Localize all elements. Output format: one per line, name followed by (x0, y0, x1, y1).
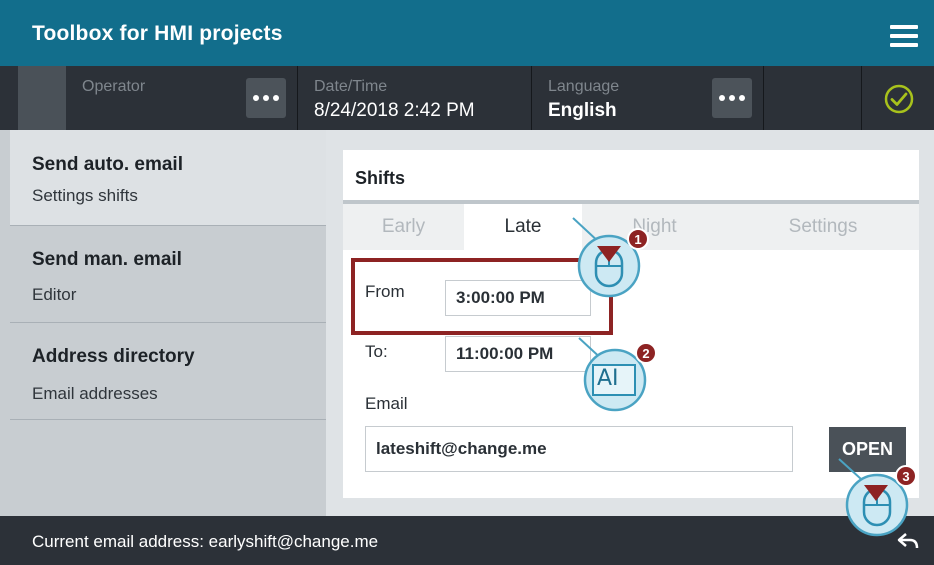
sidebar-item-send-man-email[interactable]: Send man. email Editor (10, 227, 326, 323)
check-circle-icon[interactable] (883, 83, 915, 115)
sidebar-item-title: Send auto. email (32, 154, 183, 175)
sidebar: Send auto. email Settings shifts Send ma… (0, 130, 326, 516)
sidebar-item-title: Address directory (32, 346, 195, 367)
language-cell: Language English (532, 66, 764, 130)
callout-glyph: AI (597, 366, 619, 391)
language-more-button[interactable] (712, 78, 752, 118)
datetime-value: 8/24/2018 2:42 PM (314, 100, 475, 121)
callout-2: AI 2 (575, 330, 665, 420)
current-email-text: Current email address: earlyshift@change… (32, 532, 379, 551)
mouse-click-icon (572, 217, 641, 298)
email-field[interactable]: lateshift@change.me (365, 426, 793, 472)
language-label: Language (548, 78, 620, 95)
step-badge: 1 (627, 228, 649, 250)
avatar (18, 66, 66, 130)
sidebar-item-subtitle: Editor (32, 285, 77, 304)
sidebar-item-address-directory[interactable]: Address directory Email addresses (10, 324, 326, 420)
language-value: English (548, 100, 617, 121)
status-empty-cell (764, 66, 862, 130)
operator-cell: Operator (66, 66, 298, 130)
footer-bar: Current email address: earlyshift@change… (0, 516, 934, 565)
status-bar: Operator Date/Time 8/24/2018 2:42 PM Lan… (0, 66, 934, 130)
datetime-label: Date/Time (314, 78, 388, 95)
tab-settings[interactable]: Settings (727, 204, 919, 250)
callout-3: 3 (835, 455, 925, 555)
user-avatar-slot (0, 66, 66, 130)
app-title: Toolbox for HMI projects (32, 22, 283, 45)
sidebar-item-send-auto-email[interactable]: Send auto. email Settings shifts (10, 130, 326, 226)
email-label: Email (365, 394, 408, 413)
sidebar-item-subtitle: Settings shifts (32, 186, 138, 205)
callout-1: 1 (565, 210, 655, 310)
to-label: To: (365, 342, 388, 361)
panel-title: Shifts (355, 168, 406, 188)
sidebar-item-subtitle: Email addresses (32, 384, 158, 403)
step-badge: 3 (895, 465, 917, 487)
to-time-field[interactable]: 11:00:00 PM (445, 336, 591, 372)
tab-early[interactable]: Early (343, 204, 464, 250)
operator-label: Operator (82, 78, 146, 95)
datetime-cell: Date/Time 8/24/2018 2:42 PM (298, 66, 532, 130)
app-header: Toolbox for HMI projects (0, 0, 934, 66)
menu-icon[interactable] (890, 25, 918, 47)
operator-more-button[interactable] (246, 78, 286, 118)
sidebar-item-title: Send man. email (32, 249, 182, 270)
step-badge: 2 (635, 342, 657, 364)
